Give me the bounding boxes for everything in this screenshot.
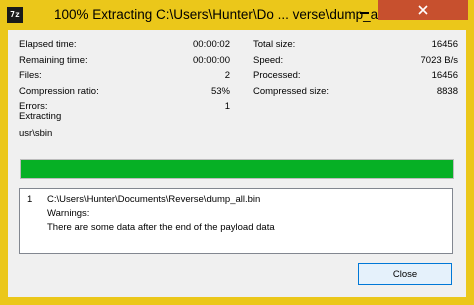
- minimize-button[interactable]: [351, 0, 378, 20]
- total-size-value: 16456: [431, 39, 458, 50]
- compressed-size-label: Compressed size:: [253, 85, 330, 97]
- progress-fill: [21, 160, 453, 178]
- stats-right: Total size: 16456 Speed: 7023 B/s Proces…: [253, 37, 458, 99]
- message-warnings: Warnings:: [47, 208, 90, 219]
- files-label: Files:: [19, 70, 42, 81]
- close-button[interactable]: Close: [358, 263, 452, 285]
- close-window-button[interactable]: [378, 0, 468, 20]
- title-bar[interactable]: 7z 100% Extracting C:\Users\Hunter\Do ..…: [0, 0, 474, 30]
- speed-row: Speed: 7023 B/s: [253, 53, 458, 69]
- remaining-time-label: Remaining time:: [19, 54, 88, 66]
- elapsed-time-label: Elapsed time:: [19, 39, 77, 50]
- elapsed-time-value: 00:00:02: [193, 39, 230, 50]
- status-current-item: usr\sbin: [19, 128, 53, 139]
- files-value: 2: [224, 70, 230, 81]
- message-detail: There are some data after the end of the…: [47, 222, 275, 233]
- files-row: Files: 2: [19, 68, 230, 84]
- extract-progress-window: 7z 100% Extracting C:\Users\Hunter\Do ..…: [0, 0, 474, 305]
- elapsed-time-row: Elapsed time: 00:00:02: [19, 37, 230, 53]
- errors-value: 1: [224, 101, 230, 112]
- message-list[interactable]: 1 C:\Users\Hunter\Documents\Reverse\dump…: [19, 188, 453, 254]
- status-action: Extracting: [19, 111, 62, 122]
- speed-label: Speed:: [253, 54, 284, 66]
- message-number: 1: [27, 194, 33, 205]
- compressed-size-row: Compressed size: 8838: [253, 84, 458, 100]
- progress-bar: [20, 159, 454, 179]
- 7zip-icon[interactable]: 7z: [7, 7, 23, 23]
- close-icon: [418, 5, 428, 15]
- total-size-row: Total size: 16456: [253, 37, 458, 53]
- compression-ratio-row: Compression ratio: 53%: [19, 84, 230, 100]
- compression-ratio-label: Compression ratio:: [19, 85, 99, 97]
- dialog-body: Elapsed time: 00:00:02 Remaining time: 0…: [8, 30, 466, 297]
- processed-value: 16456: [431, 70, 458, 81]
- processed-row: Processed: 16456: [253, 68, 458, 84]
- remaining-time-row: Remaining time: 00:00:00: [19, 53, 230, 69]
- remaining-time-value: 00:00:00: [193, 54, 230, 66]
- processed-label: Processed:: [253, 70, 301, 81]
- minimize-icon: [360, 12, 369, 14]
- message-path: C:\Users\Hunter\Documents\Reverse\dump_a…: [47, 194, 261, 205]
- compression-ratio-value: 53%: [210, 85, 230, 97]
- total-size-label: Total size:: [253, 39, 296, 50]
- compressed-size-value: 8838: [436, 85, 458, 97]
- stats-left: Elapsed time: 00:00:02 Remaining time: 0…: [19, 37, 230, 115]
- speed-value: 7023 B/s: [420, 54, 459, 66]
